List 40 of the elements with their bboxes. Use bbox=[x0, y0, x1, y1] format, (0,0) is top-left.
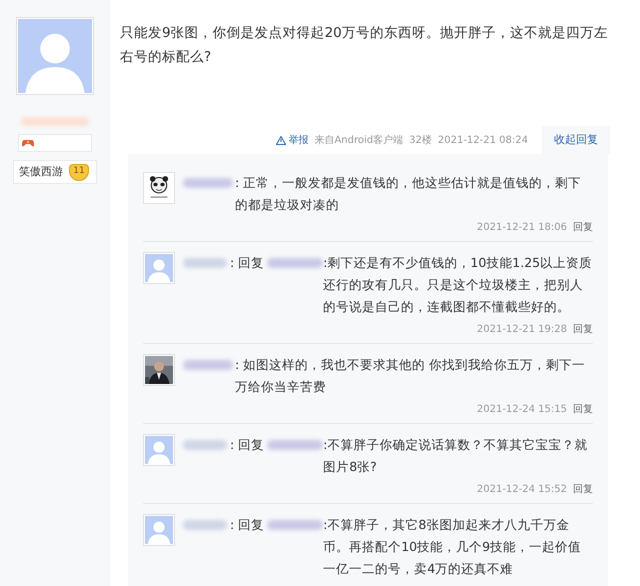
blurred-username bbox=[267, 440, 324, 450]
reply-time: 2021-12-24 15:52 bbox=[476, 483, 567, 497]
reply-to-label: : 回复 bbox=[230, 436, 264, 454]
blurred-username bbox=[267, 520, 324, 530]
floor-number: 32楼 bbox=[409, 134, 432, 148]
blurred-username bbox=[183, 360, 233, 370]
blurred-username bbox=[183, 520, 227, 530]
avatar-silhouette-icon bbox=[143, 514, 175, 546]
reply-time: 2021-12-21 18:06 bbox=[476, 221, 567, 235]
post-source: 来自Android客户端 bbox=[314, 134, 404, 148]
reply-time: 2021-12-21 19:28 bbox=[476, 323, 567, 337]
blurred-username bbox=[183, 440, 227, 450]
post-time: 2021-12-21 08:24 bbox=[438, 134, 528, 148]
reply-to-label: : 回复 bbox=[230, 254, 264, 272]
reply-text: :剩下还是有不少值钱的，10技能1.25以上资质还行的攻有几只。只是这个垃圾楼主，把别人的号说是自己的，连截图都不懂截些好的。 bbox=[323, 254, 593, 316]
collapse-replies-tab[interactable]: 收起回复 bbox=[542, 126, 610, 154]
warning-icon bbox=[276, 136, 286, 144]
post-text: 只能发9张图，你倒是发点对得起20万号的东西呀。抛开胖子，这不就是四万左右号的标配么? bbox=[120, 24, 609, 67]
reply-link[interactable]: 回复 bbox=[573, 482, 593, 497]
avatar-silhouette-icon bbox=[143, 434, 175, 466]
report-link[interactable]: 举报 bbox=[276, 132, 308, 148]
reply-to-label: : 回复 bbox=[230, 516, 264, 534]
reply-time: 2021-12-24 15:15 bbox=[476, 403, 567, 417]
forum-name: 笑傲西游 bbox=[19, 164, 63, 180]
panda-avatar-icon bbox=[143, 172, 175, 204]
blurred-username bbox=[267, 258, 324, 268]
avatar-silhouette-icon bbox=[143, 252, 175, 284]
reply-text: :不算胖子你确定说话算数？不算其它宝宝？就图片8张? bbox=[323, 436, 588, 476]
reply-link[interactable]: 回复 bbox=[573, 220, 593, 235]
gamepad-icon bbox=[22, 139, 34, 147]
level-badge: 11 bbox=[69, 164, 89, 180]
reply-text: : 如图这样的，我也不要求其他的 你找到我给你五万，剩下一万给你当辛苦费 bbox=[235, 356, 586, 396]
avatar-silhouette-icon bbox=[16, 17, 94, 95]
reply-link[interactable]: 回复 bbox=[573, 402, 593, 417]
blurred-username bbox=[183, 258, 227, 268]
reply-text: : 正常，一般发都是发值钱的，他这些估计就是值钱的，剩下的都是垃圾对凑的 bbox=[235, 174, 582, 214]
blurred-username bbox=[21, 117, 89, 126]
reply-link[interactable]: 回复 bbox=[573, 322, 593, 337]
reply-text: :不算胖子，其它8张图加起来才八九千万金币。再搭配个10技能，几个9技能，一起价值一亿一二的号，卖4万的还真不难 bbox=[323, 516, 582, 578]
blurred-username bbox=[183, 178, 233, 188]
